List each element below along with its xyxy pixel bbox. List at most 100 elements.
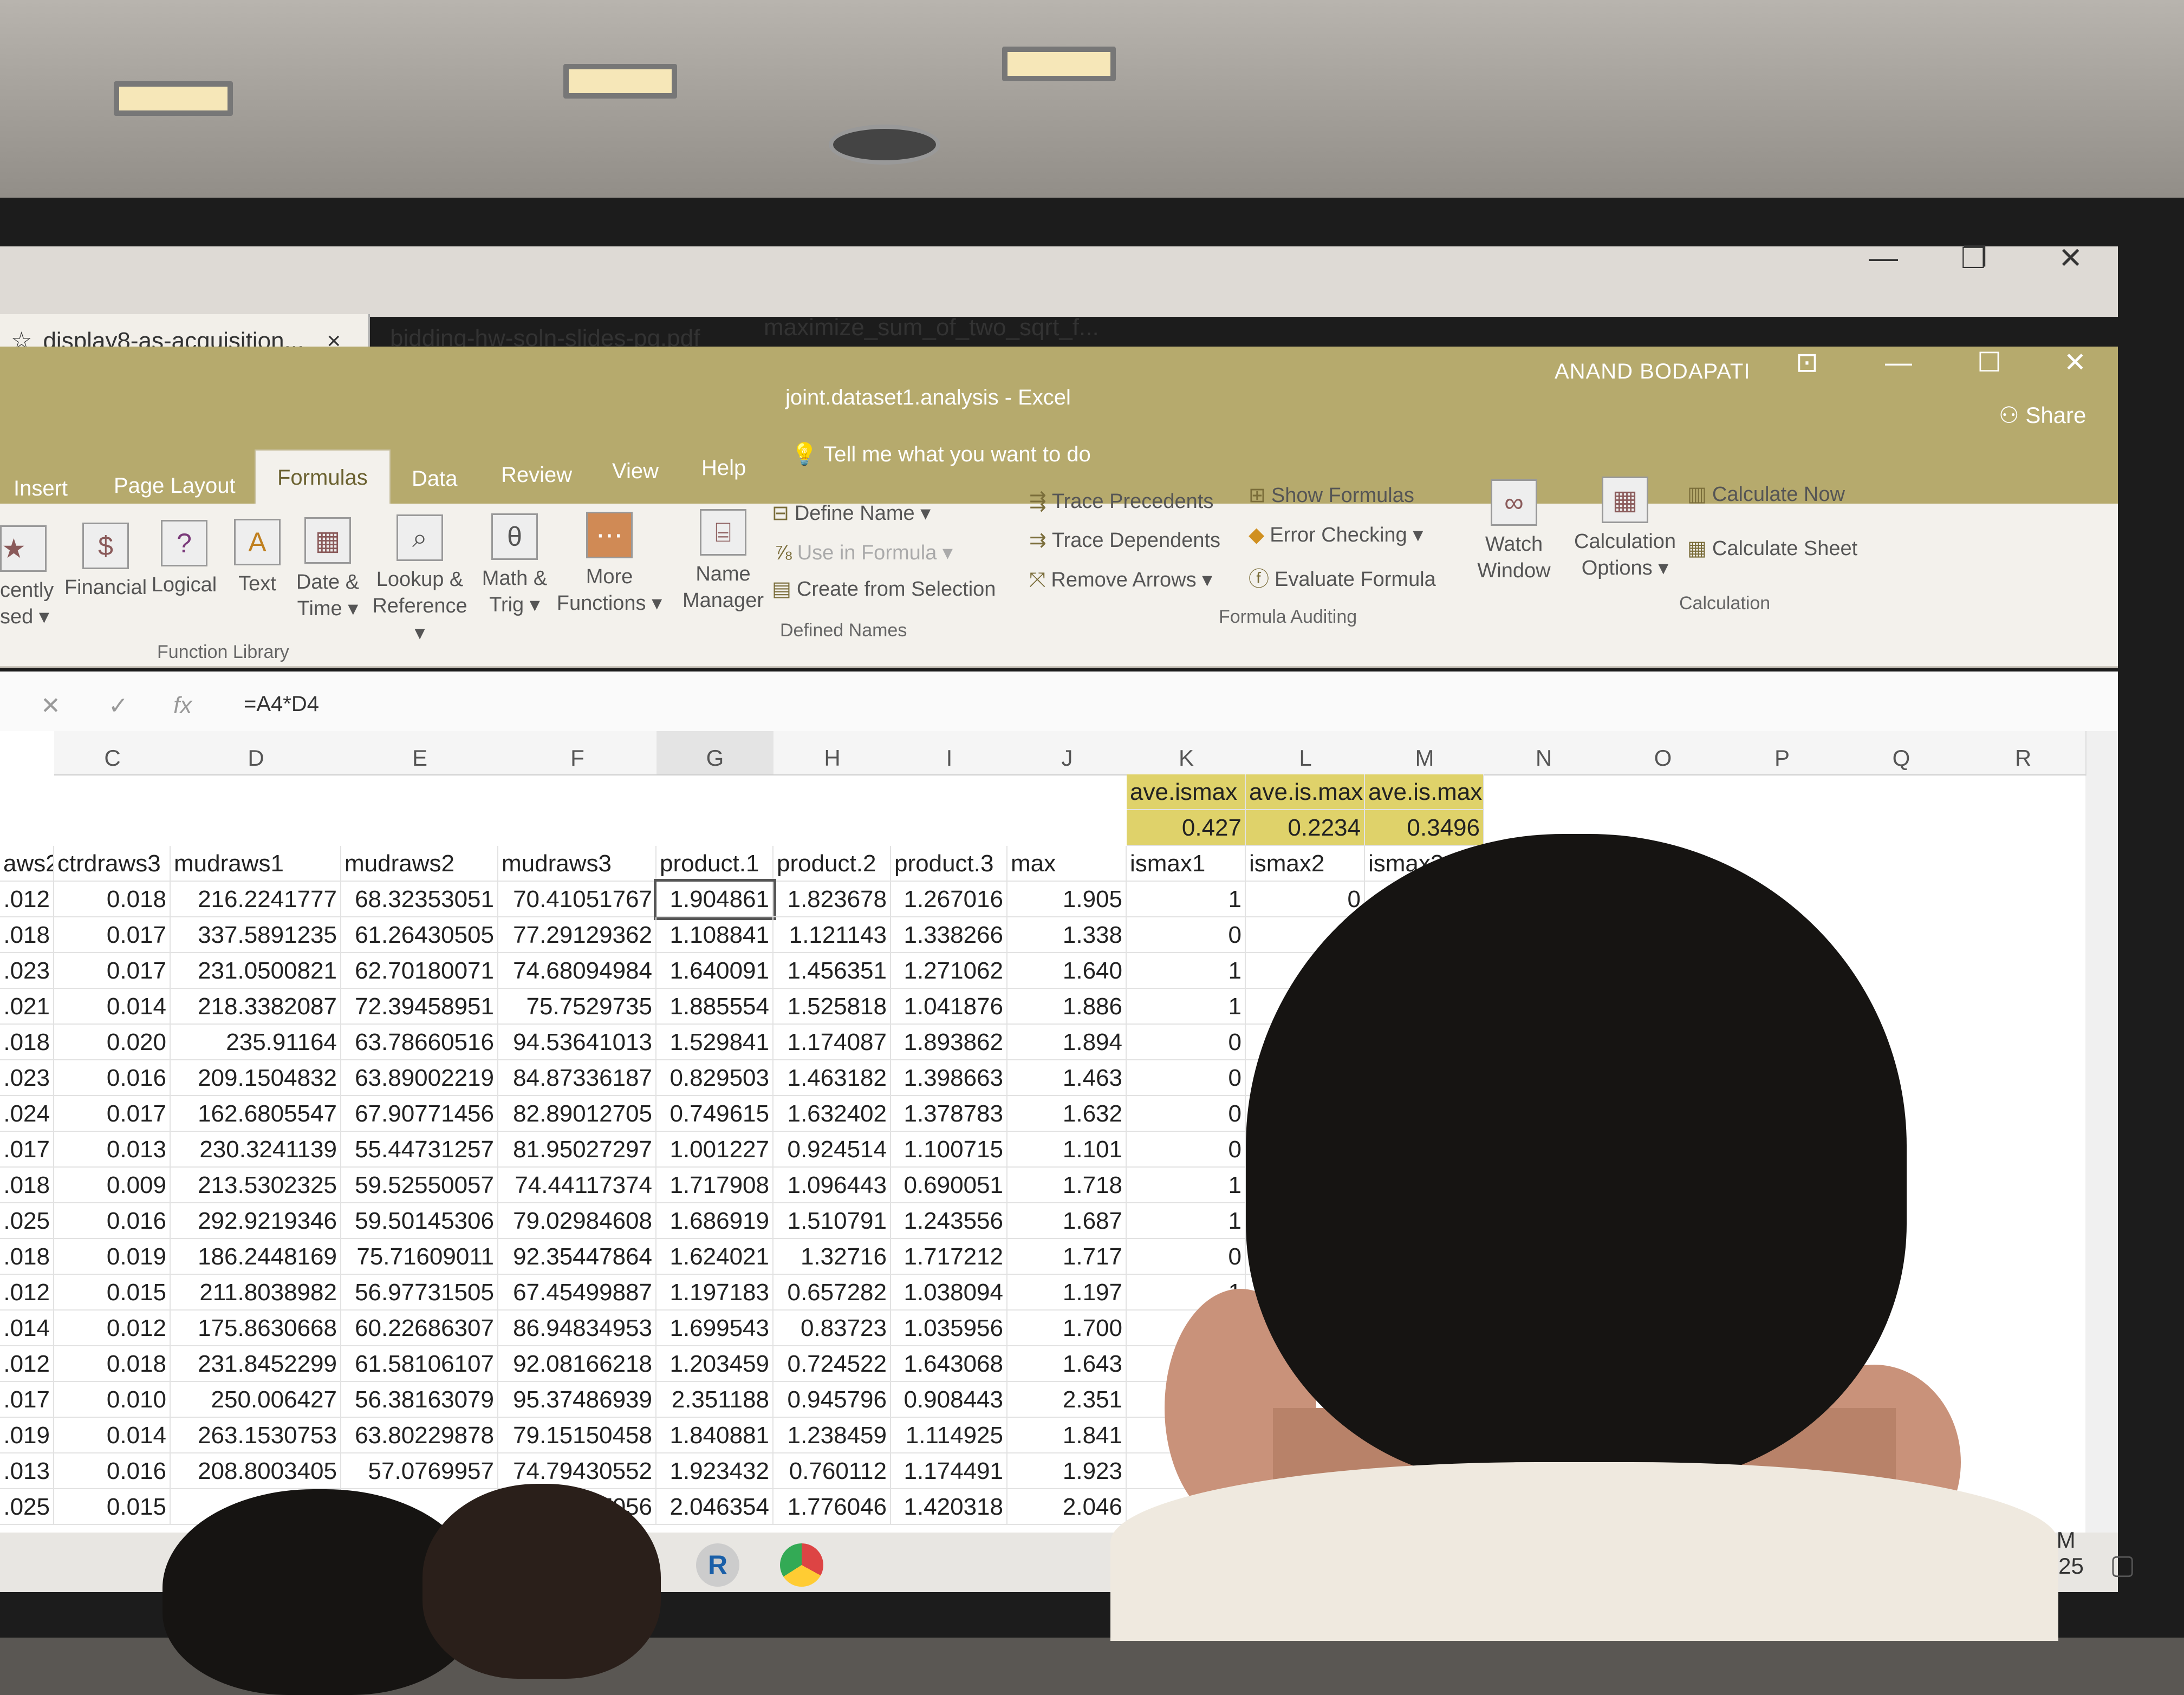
table-cell[interactable]: 216.2241777 [171,882,341,917]
table-cell[interactable]: 57.0769957 [341,1453,498,1489]
table-cell[interactable]: 0.019 [54,1239,171,1275]
table-cell[interactable]: 1.378783 [891,1096,1007,1132]
more-functions-button[interactable]: ⋯ More Functions ▾ [555,512,664,617]
financial-button[interactable]: $ Financial [62,523,149,601]
table-cell[interactable]: 84.87336187 [498,1060,656,1096]
maximize-icon[interactable]: ☐ [1977,347,2001,378]
summary-value-cell[interactable]: 0.427 [1127,810,1246,846]
header-cell[interactable]: mudraws1 [171,846,341,882]
table-cell[interactable]: 1.174491 [891,1453,1007,1489]
table-cell[interactable]: 1.823678 [774,882,891,917]
column-header[interactable]: L [1246,731,1366,775]
table-cell[interactable]: 0.760112 [774,1453,891,1489]
table-cell[interactable]: 1.197 [1007,1275,1127,1311]
vertical-scrollbar[interactable] [2085,731,2118,1533]
table-cell[interactable]: 1.894 [1007,1025,1127,1060]
table-cell[interactable]: 0.015 [54,1489,171,1525]
table-cell[interactable]: 0.014 [54,1418,171,1453]
table-cell[interactable]: 0.018 [54,882,171,917]
table-cell[interactable]: .017 [0,1132,54,1168]
column-header[interactable]: F [498,731,658,775]
table-cell[interactable]: 1.038094 [891,1275,1007,1311]
table-cell[interactable]: .018 [0,1239,54,1275]
table-cell[interactable]: 0.017 [54,917,171,953]
show-formulas-button[interactable]: ⊞ Show Formulas [1249,483,1414,507]
table-cell[interactable]: 0 [1127,917,1246,953]
calculation-options-button[interactable]: ▦ Calculation Options ▾ [1571,477,1679,582]
table-cell[interactable]: 1.893862 [891,1025,1007,1060]
tab-page-layout[interactable]: Page Layout [114,474,236,498]
insert-function-icon[interactable]: fx [173,692,192,719]
column-header[interactable]: R [1961,731,2086,775]
column-header[interactable]: E [341,731,499,775]
table-cell[interactable]: 1.923432 [656,1453,774,1489]
table-cell[interactable]: 1.456351 [774,953,891,989]
header-cell[interactable]: aws2 [0,846,54,882]
summary-value-cell[interactable]: 0.2234 [1246,810,1365,846]
table-cell[interactable]: 1.717212 [891,1239,1007,1275]
watch-window-button[interactable]: ∞ Watch Window [1468,479,1560,585]
table-cell[interactable]: 1.643 [1007,1346,1127,1382]
create-from-selection-button[interactable]: ▤ Create from Selection [772,577,996,601]
table-cell[interactable]: 2.351188 [656,1382,774,1418]
table-cell[interactable]: 1.121143 [774,917,891,953]
header-cell[interactable]: max [1007,846,1127,882]
table-cell[interactable]: 1.267016 [891,882,1007,917]
table-cell[interactable]: 0 [1127,1239,1246,1275]
table-cell[interactable]: 263.1530753 [171,1418,341,1453]
name-manager-button[interactable]: ⌸ Name Manager [677,509,769,615]
table-cell[interactable]: 0 [1127,1025,1246,1060]
table-cell[interactable]: 79.02984608 [498,1203,656,1239]
recently-used-button[interactable]: ★ cently sed ▾ [0,525,60,631]
table-cell[interactable]: 0.924514 [774,1132,891,1168]
table-cell[interactable]: 1.243556 [891,1203,1007,1239]
table-cell[interactable]: 0.829503 [656,1060,774,1096]
lookup-reference-button[interactable]: ⌕ Lookup & Reference ▾ [366,514,474,647]
table-cell[interactable]: 1.463 [1007,1060,1127,1096]
use-in-formula-button[interactable]: ⅞ Use in Formula ▾ [775,540,953,565]
table-cell[interactable]: 95.37486939 [498,1382,656,1418]
table-cell[interactable]: 231.0500821 [171,953,341,989]
table-cell[interactable]: 81.95027297 [498,1132,656,1168]
table-cell[interactable]: 1.041876 [891,989,1007,1025]
table-cell[interactable]: 1.420318 [891,1489,1007,1525]
table-cell[interactable]: 1 [1127,989,1246,1025]
table-cell[interactable]: 75.7529735 [498,989,656,1025]
table-cell[interactable]: 68.32353051 [341,882,498,917]
date-time-button[interactable]: ▦ Date & Time ▾ [290,517,366,623]
header-cell[interactable]: ismax2 [1246,846,1365,882]
restore-icon[interactable]: ❐ [1961,241,1987,275]
table-cell[interactable]: .018 [0,917,54,953]
remove-arrows-button[interactable]: ⤧ Remove Arrows ▾ [1029,568,1212,592]
tab-formulas[interactable]: Formulas [255,449,391,505]
header-cell[interactable]: ctrdraws3 [54,846,171,882]
table-cell[interactable]: 1.338 [1007,917,1127,953]
table-cell[interactable]: 56.97731505 [341,1275,498,1311]
header-cell[interactable]: product.2 [774,846,891,882]
tab-help[interactable]: Help [701,456,746,480]
table-cell[interactable]: 0.657282 [774,1275,891,1311]
table-cell[interactable]: 292.9219346 [171,1203,341,1239]
table-cell[interactable]: .017 [0,1382,54,1418]
table-cell[interactable]: 0.018 [54,1346,171,1382]
share-button[interactable]: ⚇ Share [1999,402,2086,428]
table-cell[interactable]: 1.238459 [774,1418,891,1453]
table-cell[interactable]: 67.45499887 [498,1275,656,1311]
table-cell[interactable]: 1 [1127,1168,1246,1203]
table-cell[interactable]: 337.5891235 [171,917,341,953]
table-cell[interactable]: 0.009 [54,1168,171,1203]
table-cell[interactable]: 211.8038982 [171,1275,341,1311]
table-cell[interactable]: 63.89002219 [341,1060,498,1096]
table-cell[interactable]: 231.8452299 [171,1346,341,1382]
table-cell[interactable]: .021 [0,989,54,1025]
column-header[interactable]: K [1127,731,1247,775]
column-header[interactable]: N [1484,731,1604,775]
r-app-icon[interactable]: R [696,1543,739,1587]
table-cell[interactable]: 92.08166218 [498,1346,656,1382]
table-cell[interactable]: 1.923 [1007,1453,1127,1489]
table-cell[interactable]: .024 [0,1096,54,1132]
table-cell[interactable]: 2.046 [1007,1489,1127,1525]
table-cell[interactable]: 1.001227 [656,1132,774,1168]
table-cell[interactable]: 230.3241139 [171,1132,341,1168]
table-cell[interactable]: 1.904861 [654,879,776,920]
